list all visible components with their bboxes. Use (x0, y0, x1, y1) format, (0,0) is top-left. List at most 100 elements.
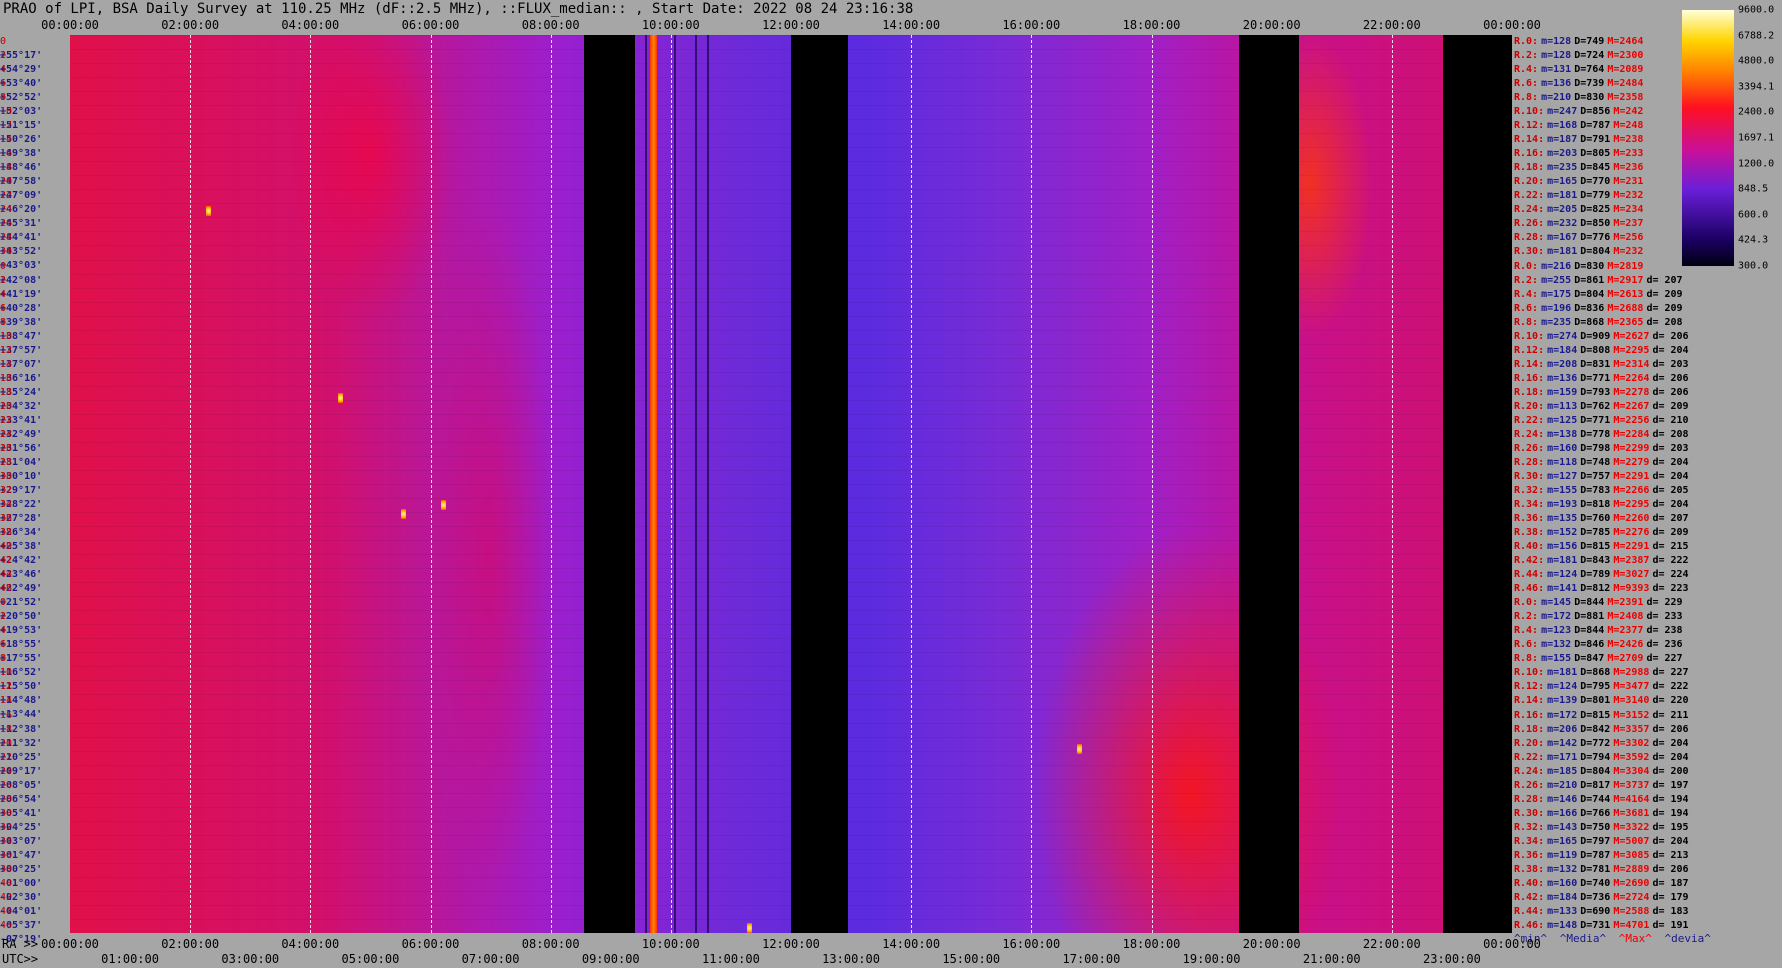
stat-row: R.42: m=181 D=843 M=2387 d= 222 (1514, 554, 1692, 568)
stat-M: M=2260 (1613, 513, 1650, 525)
row-number: 20 (0, 737, 13, 749)
heatmap-plot[interactable] (70, 35, 1512, 933)
stat-row: R.22: m=181 D=779 M=232 (1514, 189, 1649, 203)
row-number: 40 (0, 877, 13, 889)
stat-r: R.34: (1514, 499, 1545, 511)
utc-axis-label: UTC>> (2, 952, 39, 966)
stat-d: d= 209 (1652, 400, 1689, 412)
stat-row: R.26: m=210 D=817 M=3737 d= 197 (1514, 779, 1692, 793)
stat-r: R.26: (1514, 442, 1545, 454)
stat-M: M=2484 (1607, 78, 1644, 90)
stat-d: d= 213 (1652, 849, 1689, 861)
row-number: 38 (0, 863, 13, 875)
hot-source (338, 392, 344, 403)
stat-r: R.10: (1514, 667, 1545, 679)
stat-row: R.18: m=159 D=793 M=2278 d= 206 (1514, 386, 1692, 400)
stats-footer: ^min^ ^Media^ ^Max^ ^devia^ (1514, 932, 1717, 945)
stat-m: m=152 (1547, 527, 1578, 539)
stat-D: D=815 (1580, 709, 1611, 721)
stat-row: R.36: m=119 D=787 M=3085 d= 213 (1514, 849, 1692, 863)
stat-m: m=184 (1547, 344, 1578, 356)
stat-m: m=133 (1547, 905, 1578, 917)
stat-D: D=843 (1580, 555, 1611, 567)
stat-D: D=812 (1580, 583, 1611, 595)
stat-D: D=781 (1580, 863, 1611, 875)
row-number: 46 (0, 919, 13, 931)
stat-M: M=3322 (1613, 821, 1650, 833)
row-number: 14 (0, 358, 13, 370)
row-number: 28 (0, 456, 13, 468)
axis-tick-label: 12:00:00 (762, 18, 820, 32)
stat-m: m=127 (1547, 470, 1578, 482)
row-number: 12 (0, 344, 13, 356)
grid-line-ra (1151, 35, 1153, 933)
dec-row: 4 +18°55' (0, 624, 42, 650)
stat-row: R.22: m=171 D=794 M=3592 d= 204 (1514, 751, 1692, 765)
stat-D: D=724 (1574, 50, 1605, 62)
stat-row: R.2: m=255 D=861 M=2917 d= 207 (1514, 274, 1686, 288)
stat-m: m=171 (1547, 751, 1578, 763)
dec-row: 32 +28°22' (0, 484, 42, 510)
dec-row: 18 +47°58' (0, 161, 42, 187)
axis-tick-label: 09:00:00 (581, 952, 640, 966)
row-number: 26 (0, 442, 13, 454)
row-number: 16 (0, 148, 13, 160)
stat-row: R.44: m=124 D=789 M=3027 d= 224 (1514, 568, 1692, 582)
stat-D: D=778 (1580, 428, 1611, 440)
dec-row: 30 +43°03' (0, 245, 42, 271)
stat-row: R.10: m=274 D=909 M=2627 d= 206 (1514, 330, 1692, 344)
stat-D: D=731 (1580, 919, 1611, 931)
axis-tick-label: 10:00:00 (641, 937, 700, 951)
dec-row: 10 +37°57' (0, 330, 42, 356)
stat-m: m=138 (1547, 428, 1578, 440)
stat-M: M=2276 (1613, 527, 1650, 539)
stat-row: R.2: m=128 D=724 M=2300 (1514, 49, 1649, 63)
stat-m: m=131 (1541, 64, 1572, 76)
dec-row: 36 +00°25' (0, 849, 42, 875)
stat-row: R.40: m=160 D=740 M=2690 d= 187 (1514, 877, 1692, 891)
axis-tick-label: 14:00:00 (882, 937, 941, 951)
stat-d: d= 204 (1652, 344, 1689, 356)
stat-d: d= 206 (1652, 372, 1689, 384)
stat-m: m=172 (1541, 611, 1572, 623)
stat-D: D=861 (1574, 274, 1605, 286)
stat-D: D=787 (1580, 849, 1611, 861)
row-number: 6 (0, 639, 7, 651)
stat-M: M=233 (1613, 148, 1644, 160)
stat-r: R.8: (1514, 316, 1539, 328)
stat-d: d= 208 (1652, 428, 1689, 440)
stat-row: R.4: m=175 D=804 M=2613 d= 209 (1514, 288, 1686, 302)
stat-D: D=846 (1574, 639, 1605, 651)
stat-M: M=2291 (1613, 541, 1650, 553)
hot-source (746, 923, 752, 933)
stat-M: M=234 (1613, 204, 1644, 216)
stat-m: m=160 (1547, 877, 1578, 889)
row-number: 4 (0, 64, 7, 76)
stat-d: d= 233 (1646, 611, 1683, 623)
stat-r: R.0: (1514, 36, 1539, 47)
axis-tick-label: 19:00:00 (1182, 952, 1241, 966)
stat-m: m=205 (1547, 204, 1578, 216)
stat-D: D=776 (1580, 232, 1611, 244)
stat-r: R.16: (1514, 372, 1545, 384)
stat-M: M=2279 (1613, 456, 1650, 468)
row-number: 24 (0, 428, 13, 440)
stat-m: m=168 (1547, 120, 1578, 132)
stat-d: d= 205 (1652, 485, 1689, 496)
dec-row: 22 +46°20' (0, 189, 42, 215)
stat-r: R.4: (1514, 288, 1539, 300)
stat-r: R.44: (1514, 569, 1545, 581)
stat-r: R.22: (1514, 190, 1545, 202)
dec-row: 16 +48°46' (0, 147, 42, 173)
stat-m: m=235 (1541, 316, 1572, 328)
axis-tick-label: 01:00:00 (101, 952, 159, 966)
stat-row: R.4: m=131 D=764 M=2089 (1514, 63, 1649, 77)
row-number: 34 (0, 499, 13, 511)
stat-m: m=119 (1547, 849, 1578, 861)
stat-r: R.46: (1514, 583, 1545, 595)
stat-D: D=783 (1580, 485, 1611, 496)
stat-D: D=770 (1580, 176, 1611, 188)
stat-D: D=801 (1580, 695, 1611, 707)
dec-row: 6 +17°55' (0, 638, 42, 664)
no-data-band (583, 35, 635, 933)
